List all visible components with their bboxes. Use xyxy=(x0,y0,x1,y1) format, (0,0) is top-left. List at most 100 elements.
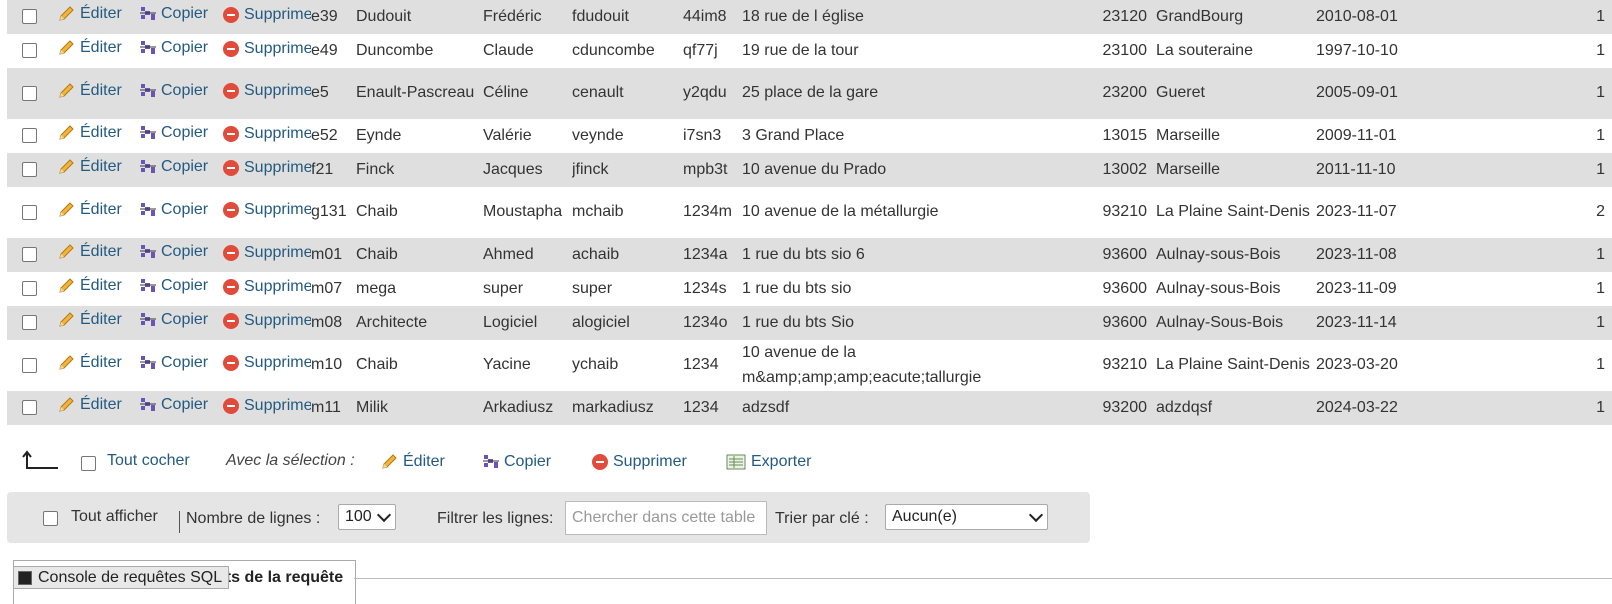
cell-count: 2 xyxy=(1499,187,1612,238)
pencil-icon xyxy=(59,244,74,260)
row-edit-label: Éditer xyxy=(80,158,122,176)
row-checkbox[interactable] xyxy=(22,357,37,373)
row-delete-button[interactable]: Supprimer xyxy=(209,241,311,266)
pencil-icon xyxy=(59,397,74,413)
row-delete-button[interactable]: Supprimer xyxy=(209,351,311,376)
row-delete-button[interactable]: Supprimer xyxy=(209,37,311,62)
row-checkbox[interactable] xyxy=(22,281,37,297)
sort-by-key-value: Aucun(e) xyxy=(892,508,957,525)
filter-rows-input[interactable] xyxy=(565,501,767,535)
cell-password: 1234s xyxy=(683,272,742,306)
row-delete-button[interactable]: Supprimer xyxy=(209,309,311,334)
cell-address: 10 avenue de la métallurgie xyxy=(742,187,1095,238)
pencil-icon xyxy=(59,159,74,175)
row-copy-button[interactable]: Copier xyxy=(127,2,208,27)
row-delete-button[interactable]: Supprimer xyxy=(209,3,311,28)
row-checkbox[interactable] xyxy=(22,315,37,331)
row-copy-button[interactable]: Copier xyxy=(127,36,208,61)
cell-lastname: Duncombe xyxy=(356,34,483,68)
cell-login: super xyxy=(572,272,683,306)
row-checkbox[interactable] xyxy=(22,85,37,101)
sql-console-tab[interactable]: Console de requêtes SQL xyxy=(13,566,230,589)
row-delete-label: Supprimer xyxy=(244,396,311,414)
row-checkbox[interactable] xyxy=(22,128,37,144)
cell-firstname: Moustapha xyxy=(483,187,572,238)
cell-id: e39 xyxy=(311,0,356,34)
bulk-delete-button[interactable]: Supprimer xyxy=(578,453,687,471)
row-delete-button[interactable]: Supprimer xyxy=(209,198,311,223)
cell-id: m11 xyxy=(311,391,356,425)
row-edit-button[interactable]: Éditer xyxy=(45,308,122,333)
row-checkbox[interactable] xyxy=(22,162,37,178)
row-edit-button[interactable]: Éditer xyxy=(45,393,122,418)
row-edit-button[interactable]: Éditer xyxy=(45,274,122,299)
row-checkbox[interactable] xyxy=(22,400,37,416)
cell-postcode: 23200 xyxy=(1095,68,1156,119)
row-edit-button[interactable]: Éditer xyxy=(45,198,122,223)
bulk-export-button[interactable]: Exporter xyxy=(714,453,811,471)
row-edit-button[interactable]: Éditer xyxy=(45,155,122,180)
row-edit-label: Éditer xyxy=(80,396,122,414)
cell-id: e5 xyxy=(311,68,356,119)
row-copy-button[interactable]: Copier xyxy=(127,351,208,376)
cell-count: 1 xyxy=(1499,306,1612,340)
cell-city: Aulnay-Sous-Bois xyxy=(1156,306,1316,340)
row-copy-button[interactable]: Copier xyxy=(127,308,208,333)
footer-divider xyxy=(354,578,1612,579)
show-all-label[interactable]: Tout afficher xyxy=(71,508,158,526)
row-delete-label: Supprimer xyxy=(244,354,311,372)
row-copy-button[interactable]: Copier xyxy=(127,155,208,180)
row-checkbox[interactable] xyxy=(22,247,37,263)
bulk-edit-button[interactable]: Éditer xyxy=(368,453,445,471)
row-copy-label: Copier xyxy=(161,81,209,99)
row-edit-button[interactable]: Éditer xyxy=(45,79,122,104)
table-row: Éditer Copier Supprimer e52 Eynde Valérie veyn… xyxy=(7,119,1612,153)
delete-icon xyxy=(223,40,239,57)
row-checkbox[interactable] xyxy=(22,9,37,25)
cell-postcode: 93210 xyxy=(1095,340,1156,391)
bulk-copy-button[interactable]: Copier xyxy=(470,453,551,471)
row-delete-button[interactable]: Supprimer xyxy=(209,394,311,419)
row-edit-button[interactable]: Éditer xyxy=(45,2,122,27)
row-delete-label: Supprimer xyxy=(244,124,311,142)
row-delete-label: Supprimer xyxy=(244,158,311,176)
table-row: Éditer Copier Supprimer m08 Architecte Logici… xyxy=(7,306,1612,340)
cell-id: m08 xyxy=(311,306,356,340)
row-copy-button[interactable]: Copier xyxy=(127,198,208,223)
terminal-icon xyxy=(18,570,32,585)
rows-count-select[interactable]: 100 xyxy=(338,504,396,530)
cell-firstname: Arkadiusz xyxy=(483,391,572,425)
cell-city: Gueret xyxy=(1156,68,1316,119)
delete-icon xyxy=(223,355,239,372)
sort-by-key-select[interactable]: Aucun(e) xyxy=(885,504,1048,530)
cell-postcode: 13015 xyxy=(1095,119,1156,153)
row-edit-button[interactable]: Éditer xyxy=(45,121,122,146)
row-copy-button[interactable]: Copier xyxy=(127,79,208,104)
cell-date: 2009-11-01 xyxy=(1316,119,1499,153)
row-delete-button[interactable]: Supprimer xyxy=(209,79,311,104)
row-copy-button[interactable]: Copier xyxy=(127,240,208,265)
cell-firstname: Yacine xyxy=(483,340,572,391)
row-delete-button[interactable]: Supprimer xyxy=(209,156,311,181)
row-copy-button[interactable]: Copier xyxy=(127,274,208,299)
cell-date: 2023-03-20 xyxy=(1316,340,1499,391)
cell-address: 10 avenue de la m&amp;amp;amp;eacute;tal… xyxy=(742,340,1095,391)
row-delete-button[interactable]: Supprimer xyxy=(209,122,311,147)
row-edit-label: Éditer xyxy=(80,277,122,295)
row-edit-button[interactable]: Éditer xyxy=(45,351,122,376)
cell-address: 3 Grand Place xyxy=(742,119,1095,153)
cell-id: f21 xyxy=(311,153,356,187)
row-checkbox[interactable] xyxy=(22,43,37,59)
row-edit-button[interactable]: Éditer xyxy=(45,36,122,61)
check-all-checkbox[interactable] xyxy=(81,456,96,471)
row-copy-button[interactable]: Copier xyxy=(127,121,208,146)
row-checkbox[interactable] xyxy=(22,204,37,220)
check-all-link[interactable]: Tout cocher xyxy=(107,452,190,470)
show-all-checkbox[interactable] xyxy=(43,511,58,526)
row-edit-button[interactable]: Éditer xyxy=(45,240,122,265)
row-copy-button[interactable]: Copier xyxy=(127,393,208,418)
table-row: Éditer Copier Supprimer m07 mega super super 12… xyxy=(7,272,1612,306)
pencil-icon xyxy=(59,40,74,56)
row-delete-button[interactable]: Supprimer xyxy=(209,275,311,300)
copy-icon xyxy=(140,41,156,55)
